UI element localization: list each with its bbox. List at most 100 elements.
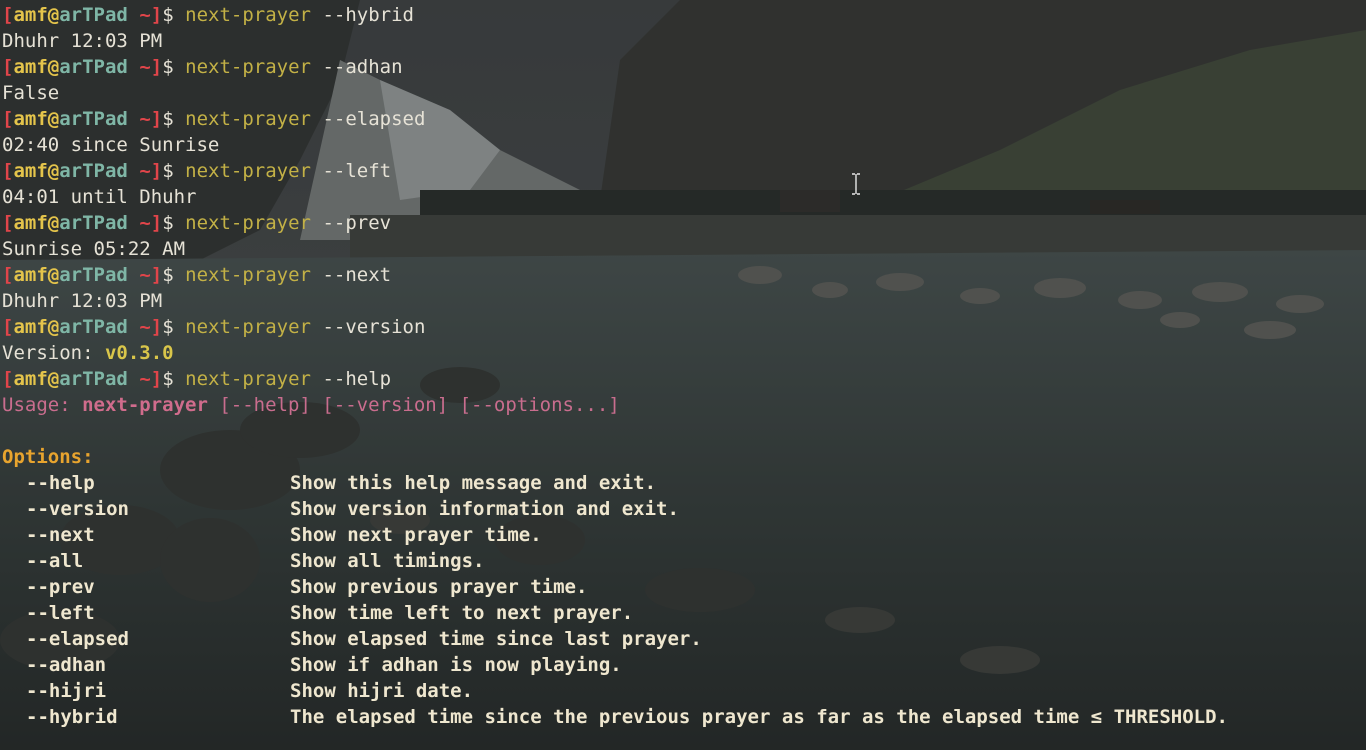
prompt-at: @ [47,160,60,182]
prompt-line: [amf@arTPad ~]$ next-prayer --next [2,262,1366,288]
prompt-open-bracket: [ [2,160,14,182]
prompt-close-bracket: ] [150,4,163,26]
command-args: --adhan [322,56,403,78]
prompt-close-bracket: ] [150,212,163,234]
prompt-at: @ [47,264,60,286]
prompt-dir: ~ [139,160,151,182]
prompt-dir: ~ [139,108,151,130]
prompt-line: [amf@arTPad ~]$ next-prayer --prev [2,210,1366,236]
prompt-at: @ [47,108,60,130]
prompt-close-bracket: ] [150,368,163,390]
prompt-open-bracket: [ [2,212,14,234]
prompt-dollar: $ [162,4,174,26]
option-description: Show elapsed time since last prayer. [290,628,702,650]
version-value: v0.3.0 [104,342,174,364]
command-name: next-prayer [185,160,311,182]
prompt-dir: ~ [139,264,151,286]
prompt-close-bracket: ] [150,160,163,182]
prompt-close-bracket: ] [150,108,163,130]
prompt-at: @ [47,316,60,338]
prompt-line: [amf@arTPad ~]$ next-prayer --hybrid [2,2,1366,28]
command-args: --version [322,316,426,338]
prompt-dir: ~ [139,212,151,234]
prompt-at: @ [47,56,60,78]
text-cursor-icon [852,173,860,195]
usage-label: Usage: [2,394,83,416]
option-row: --prev Show previous prayer time. [2,574,1366,600]
option-row: --all Show all timings. [2,548,1366,574]
command-name: next-prayer [185,264,311,286]
option-row: --hijri Show hijri date. [2,678,1366,704]
prompt-open-bracket: [ [2,56,14,78]
prompt-at: @ [47,368,60,390]
option-description: Show hijri date. [290,680,474,702]
prompt-dir: ~ [139,56,151,78]
prompt-dir: ~ [139,4,151,26]
command-args: --left [322,160,392,182]
option-row: --elapsed Show elapsed time since last pr… [2,626,1366,652]
prompt-line: [amf@arTPad ~]$ next-prayer --elapsed [2,106,1366,132]
command-name: next-prayer [185,4,311,26]
option-name: --next [26,524,95,546]
prompt-open-bracket: [ [2,108,14,130]
usage-line: Usage: next-prayer [--help] [--version] … [2,392,1366,418]
prompt-line: [amf@arTPad ~]$ next-prayer --left [2,158,1366,184]
prompt-host: arTPad [59,160,128,182]
prompt-host: arTPad [59,368,128,390]
prompt-dollar: $ [162,160,174,182]
option-name: --hijri [26,680,107,702]
option-name: --version [26,498,129,520]
prompt-host: arTPad [59,212,128,234]
prompt-line: [amf@arTPad ~]$ next-prayer --adhan [2,54,1366,80]
option-description: Show if adhan is now playing. [290,654,622,676]
prompt-open-bracket: [ [2,368,14,390]
option-row: --next Show next prayer time. [2,522,1366,548]
option-description: Show version information and exit. [290,498,679,520]
prompt-open-bracket: [ [2,316,14,338]
prompt-user: amf [13,108,48,130]
usage-program: next-prayer [82,394,208,416]
option-name: --all [26,550,84,572]
usage-args: [--help] [--version] [--options...] [207,394,620,416]
option-description: Show all timings. [290,550,485,572]
prompt-dollar: $ [162,316,174,338]
option-row: --version Show version information and ex… [2,496,1366,522]
option-description: Show next prayer time. [290,524,542,546]
option-description: Show time left to next prayer. [290,602,634,624]
option-row: --hybrid The elapsed time since the previ… [2,704,1366,730]
option-name: --adhan [26,654,107,676]
option-name: --prev [26,576,95,598]
prompt-close-bracket: ] [150,56,163,78]
prompt-line: [amf@arTPad ~]$ next-prayer --help [2,366,1366,392]
prompt-dollar: $ [162,368,174,390]
version-label: Version: [2,342,105,364]
command-args: --prev [322,212,392,234]
prompt-user: amf [13,56,48,78]
terminal-window[interactable]: [amf@arTPad ~]$ next-prayer --hybrid Dhu… [0,0,1366,750]
prompt-user: amf [13,4,48,26]
prompt-close-bracket: ] [150,264,163,286]
prompt-dollar: $ [162,264,174,286]
option-name: --left [26,602,95,624]
prompt-host: arTPad [59,56,128,78]
prompt-dollar: $ [162,212,174,234]
command-output: Dhuhr 12:03 PM [2,290,163,312]
prompt-dollar: $ [162,108,174,130]
prompt-dollar: $ [162,56,174,78]
command-name: next-prayer [185,316,311,338]
command-name: next-prayer [185,368,311,390]
option-name: --hybrid [26,706,118,728]
prompt-open-bracket: [ [2,264,14,286]
prompt-user: amf [13,368,48,390]
prompt-dir: ~ [139,368,151,390]
prompt-host: arTPad [59,316,128,338]
prompt-host: arTPad [59,4,128,26]
option-name: --help [26,472,95,494]
command-name: next-prayer [185,108,311,130]
command-name: next-prayer [185,212,311,234]
prompt-user: amf [13,264,48,286]
prompt-at: @ [47,212,60,234]
prompt-at: @ [47,4,60,26]
command-output: 02:40 since Sunrise [2,134,220,156]
